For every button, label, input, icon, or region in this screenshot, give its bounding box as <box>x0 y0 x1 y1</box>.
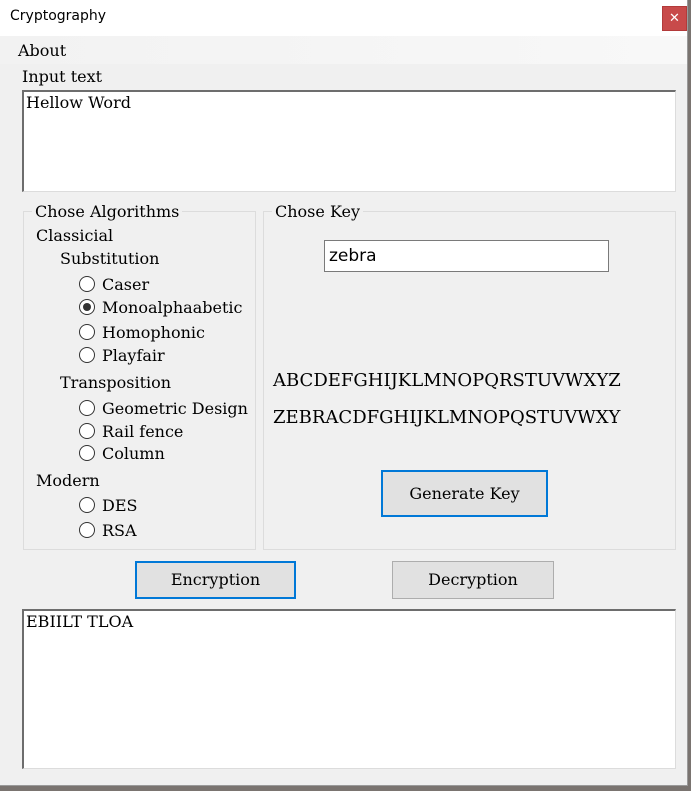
radio-label: Geometric Design <box>102 399 248 418</box>
plain-alphabet: ABCDEFGHIJKLMNOPQRSTUVWXYZ <box>273 370 621 391</box>
radio-label: Monoalphaabetic <box>102 298 243 317</box>
algorithms-group-title: Chose Algorithms <box>32 202 183 221</box>
radio-label: Rail fence <box>102 422 184 441</box>
radio-circle[interactable] <box>79 445 95 461</box>
radio-label: Playfair <box>102 346 165 365</box>
radio-circle[interactable] <box>79 423 95 439</box>
close-button[interactable]: ✕ <box>662 6 687 31</box>
input-textarea[interactable]: Hellow Word <box>22 90 676 192</box>
radio-label: Column <box>102 444 165 463</box>
radio-label: RSA <box>102 521 137 540</box>
encryption-button[interactable]: Encryption <box>135 561 296 599</box>
classical-label: Classicial <box>36 226 114 245</box>
title-bar[interactable]: Cryptography ✕ <box>0 0 687 36</box>
output-textarea[interactable]: EBIILT TLOA <box>22 609 676 769</box>
radio-circle[interactable] <box>79 324 95 340</box>
radio-label: Caser <box>102 275 150 294</box>
radio-circle[interactable] <box>79 400 95 416</box>
generate-key-button[interactable]: Generate Key <box>381 470 548 517</box>
radio-label: DES <box>102 496 138 515</box>
input-text-label: Input text <box>22 67 103 86</box>
close-icon: ✕ <box>669 11 680 26</box>
radio-label: Homophonic <box>102 323 205 342</box>
menu-item-about[interactable]: About <box>18 41 66 60</box>
radio-circle[interactable] <box>79 347 95 363</box>
radio-circle[interactable] <box>79 497 95 513</box>
radio-circle-checked[interactable] <box>79 299 95 315</box>
radio-circle[interactable] <box>79 276 95 292</box>
decryption-button[interactable]: Decryption <box>392 561 554 599</box>
radio-circle[interactable] <box>79 522 95 538</box>
key-input[interactable] <box>324 240 609 272</box>
cryptography-window: Cryptography ✕ About Input text Hellow W… <box>0 0 688 786</box>
window-title: Cryptography <box>10 8 107 24</box>
modern-label: Modern <box>36 471 100 490</box>
cipher-alphabet: ZEBRACDFGHIJKLMNOPQSTUVWXY <box>273 407 621 428</box>
transposition-label: Transposition <box>60 373 172 392</box>
menu-bar: About <box>0 36 687 64</box>
substitution-label: Substitution <box>60 249 160 268</box>
key-group-title: Chose Key <box>272 202 363 221</box>
